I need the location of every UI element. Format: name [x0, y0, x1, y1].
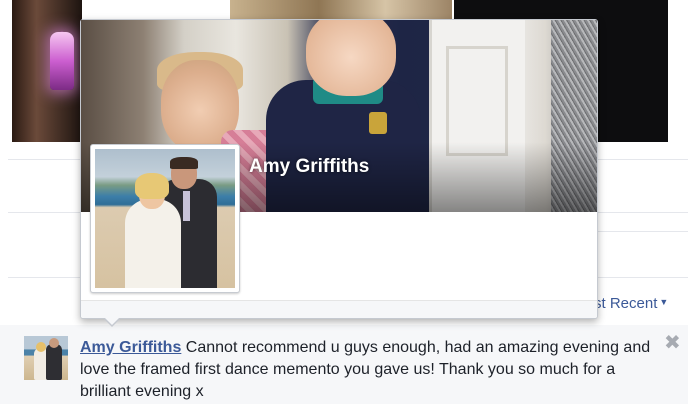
background-photo-left[interactable]: [12, 0, 82, 142]
cover-photo-detail: [446, 46, 508, 156]
comment-author-link[interactable]: Amy Griffiths: [80, 339, 181, 356]
avatar-figure: [49, 338, 59, 348]
profile-picture-detail: [125, 199, 181, 288]
hovercard-pointer: [103, 317, 121, 327]
avatar-figure: [36, 342, 46, 352]
cover-photo-detail: [306, 20, 396, 96]
comment-body: Amy Griffiths Cannot recommend u guys en…: [80, 337, 660, 403]
profile-picture[interactable]: [90, 144, 240, 293]
lamp-graphic: [50, 32, 74, 90]
sort-most-recent-link[interactable]: st Recent ▼: [594, 295, 668, 312]
avatar[interactable]: [24, 336, 68, 380]
sort-label: st Recent: [594, 295, 658, 312]
chevron-down-icon: ▼: [659, 297, 669, 307]
divider: [598, 231, 688, 232]
cover-photo-detail: [369, 112, 387, 134]
profile-name-link[interactable]: Amy Griffiths: [249, 156, 369, 178]
close-icon[interactable]: ✖: [664, 333, 681, 353]
hovercard-footer: [81, 300, 597, 318]
background-photo-middle[interactable]: [230, 0, 452, 20]
profile-picture-image: [95, 149, 235, 288]
profile-hovercard: Amy Griffiths: [80, 19, 598, 327]
profile-picture-detail: [183, 191, 190, 221]
profile-picture-detail: [135, 173, 169, 199]
avatar-figure: [46, 344, 62, 380]
profile-picture-detail: [170, 157, 198, 169]
